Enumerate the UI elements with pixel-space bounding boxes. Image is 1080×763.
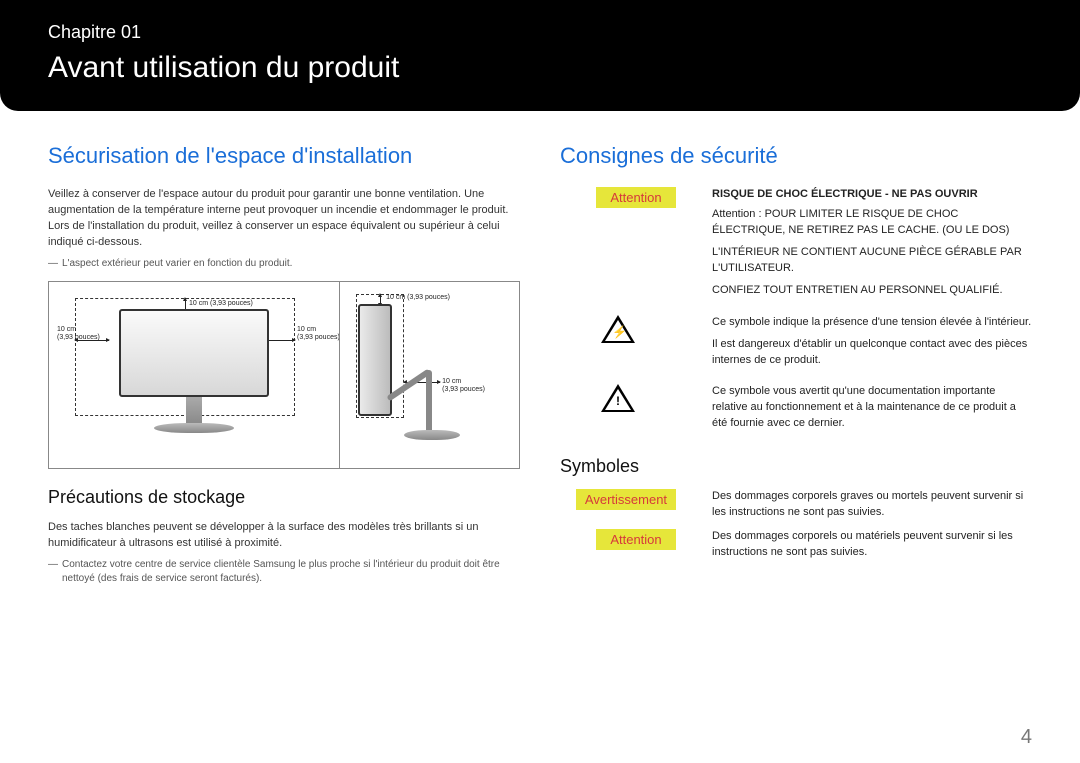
dim-left-cm: 10 cm [57, 326, 76, 334]
dim-side-top: 10 cm (3,93 pouces) [386, 294, 450, 302]
dim-left-in: (3,93 pouces) [57, 334, 100, 342]
chapter-header: Chapitre 01 Avant utilisation du produit [0, 0, 1080, 111]
exclamation-icon: ! [612, 394, 624, 408]
clearance-diagram: 10 cm (3,93 pouces) 10 cm (3,93 pouces) … [48, 281, 520, 469]
risk-p3: CONFIEZ TOUT ENTRETIEN AU PERSONNEL QUAL… [712, 283, 1032, 299]
avertissement-row: Avertissement Des dommages corporels gra… [560, 489, 1032, 521]
installation-note: L'aspect extérieur peut varier en foncti… [48, 257, 520, 271]
dim-right-in: (3,93 pouces) [297, 334, 340, 342]
risk-p2: L'INTÉRIEUR NE CONTIENT AUCUNE PIÈCE GÉR… [712, 245, 1032, 277]
bolt-text-1: Ce symbole indique la présence d'une ten… [712, 315, 1032, 331]
warning-triangle-icon: ! [601, 384, 635, 412]
chapter-title: Avant utilisation du produit [48, 51, 1032, 85]
attention-badge: Attention [596, 187, 676, 208]
avertissement-text: Des dommages corporels graves ou mortels… [712, 489, 1032, 521]
left-column: Sécurisation de l'espace d'installation … [48, 143, 520, 594]
monitor-front-icon [119, 309, 269, 433]
exclamation-text: Ce symbole vous avertit qu'une documenta… [712, 384, 1032, 438]
content-area: Sécurisation de l'espace d'installation … [0, 111, 1080, 594]
excl-text: Ce symbole vous avertit qu'une documenta… [712, 384, 1032, 432]
dim-top: 10 cm (3,93 pouces) [189, 300, 253, 308]
attention2-badge: Attention [596, 529, 676, 550]
bolt-symbol-row: ⚡ Ce symbole indique la présence d'une t… [560, 315, 1032, 375]
installation-body: Veillez à conserver de l'espace autour d… [48, 187, 520, 251]
attention2-text: Des dommages corporels ou matériels peuv… [712, 529, 1032, 561]
dim-right-cm: 10 cm [297, 326, 316, 334]
bolt-text-2: Il est dangereux d'établir un quelconque… [712, 337, 1032, 369]
section-heading-installation: Sécurisation de l'espace d'installation [48, 143, 520, 169]
subsection-symbols: Symboles [560, 456, 1032, 477]
exclamation-symbol-row: ! Ce symbole vous avertit qu'une documen… [560, 384, 1032, 438]
subsection-precautions: Précautions de stockage [48, 487, 520, 508]
chapter-label: Chapitre 01 [48, 22, 1032, 43]
attention2-row: Attention Des dommages corporels ou maté… [560, 529, 1032, 561]
right-column: Consignes de sécurité Attention RISQUE D… [560, 143, 1032, 594]
risk-block: Attention RISQUE DE CHOC ÉLECTRIQUE - NE… [560, 187, 1032, 305]
avertissement-badge: Avertissement [576, 489, 676, 510]
diagram-front-cell: 10 cm (3,93 pouces) 10 cm (3,93 pouces) … [49, 282, 339, 468]
risk-p1: Attention : POUR LIMITER LE RISQUE DE CH… [712, 207, 1032, 239]
risk-body: RISQUE DE CHOC ÉLECTRIQUE - NE PAS OUVRI… [712, 187, 1032, 305]
diagram-side-cell: 10 cm (3,93 pouces) 10 cm (3,93 pouces) [339, 282, 519, 468]
precautions-body: Des taches blanches peuvent se développe… [48, 520, 520, 552]
monitor-side-icon [358, 304, 488, 454]
bolt-icon: ⚡ [612, 325, 624, 339]
section-heading-safety: Consignes de sécurité [560, 143, 1032, 169]
bolt-text: Ce symbole indique la présence d'une ten… [712, 315, 1032, 375]
page-number: 4 [1021, 726, 1032, 749]
precautions-note: Contactez votre centre de service client… [48, 558, 520, 586]
risk-title: RISQUE DE CHOC ÉLECTRIQUE - NE PAS OUVRI… [712, 187, 1032, 203]
high-voltage-icon: ⚡ [601, 315, 635, 343]
